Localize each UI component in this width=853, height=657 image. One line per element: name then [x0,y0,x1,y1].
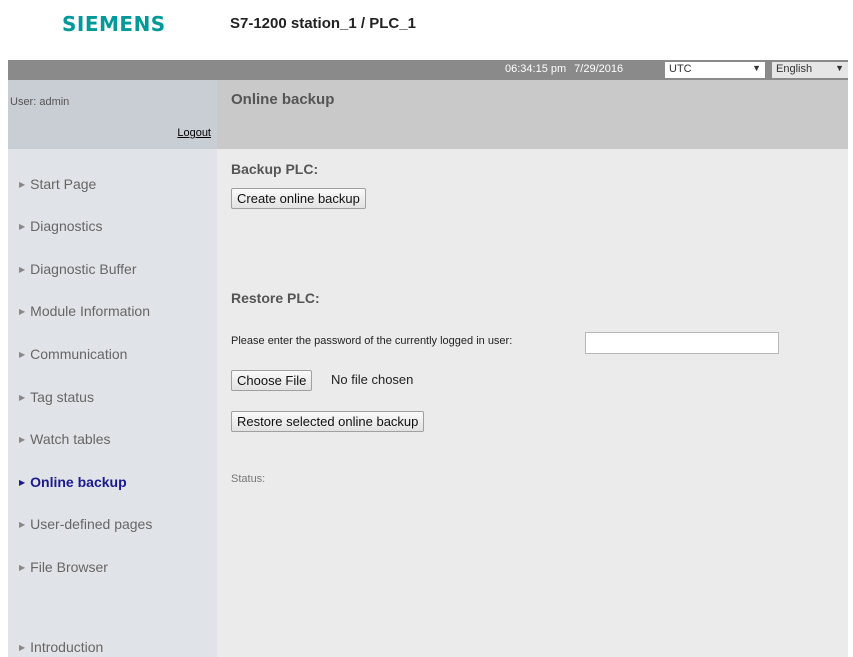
restore-backup-button[interactable]: Restore selected online backup [231,411,425,432]
create-backup-button[interactable]: Create online backup [231,188,366,209]
triangle-right-icon: ▶ [19,222,26,231]
nav-item-label: Module Information [30,303,150,319]
password-field[interactable] [585,332,779,354]
nav-item-communication[interactable]: ▶ Communication [19,346,127,362]
triangle-right-icon: ▶ [19,520,26,529]
user-label: User: admin [10,96,70,108]
chevron-down-icon: ▼ [835,63,844,73]
top-header: SIEMENS S7-1200 station_1 / PLC_1 [0,0,853,60]
nav-item-label: Tag status [30,389,94,405]
triangle-right-icon: ▶ [19,478,26,487]
triangle-right-icon: ▶ [19,435,26,444]
choose-file-button[interactable]: Choose File [231,370,313,391]
triangle-right-icon: ▶ [19,563,26,572]
nav-item-diagnostic-buffer[interactable]: ▶ Diagnostic Buffer [19,261,137,277]
nav-item-label: Watch tables [30,431,111,447]
triangle-right-icon: ▶ [19,307,26,316]
triangle-right-icon: ▶ [19,265,26,274]
triangle-right-icon: ▶ [19,180,26,189]
nav-item-file-browser[interactable]: ▶ File Browser [19,559,108,575]
nav-item-module-information[interactable]: ▶ Module Information [19,303,150,319]
timezone-select[interactable]: UTC ▼ [665,62,765,78]
restore-heading: Restore PLC: [231,290,320,306]
nav-item-label: Communication [30,346,128,362]
nav-item-online-backup[interactable]: ▶ Online backup [19,474,127,490]
nav-item-label: Diagnostics [30,218,103,234]
user-box: User: admin Logout [8,80,217,149]
language-select[interactable]: English ▼ [772,62,848,78]
nav-item-watch-tables[interactable]: ▶ Watch tables [19,431,111,447]
password-label: Please enter the password of the current… [231,335,513,347]
triangle-right-icon: ▶ [19,393,26,402]
timezone-value: UTC [669,63,692,75]
date-text: 7/29/2016 [574,63,624,75]
nav-item-label: File Browser [30,559,108,575]
time-text: 06:34:15 pm [505,63,567,75]
triangle-right-icon: ▶ [19,643,26,652]
station-title: S7-1200 station_1 / PLC_1 [230,15,416,32]
page-title: Online backup [231,91,335,108]
siemens-logo: SIEMENS [62,12,166,36]
nav-item-diagnostics[interactable]: ▶ Diagnostics [19,218,103,234]
backup-heading: Backup PLC: [231,161,319,177]
status-label: Status: [231,473,266,485]
clock: 06:34:15 pm 7/29/2016 [505,63,623,75]
nav-item-tag-status[interactable]: ▶ Tag status [19,389,94,405]
nav-item-label: Online backup [30,474,127,490]
nav-item-introduction[interactable]: ▶ Introduction [19,639,103,655]
nav-item-label: Diagnostic Buffer [30,261,137,277]
language-value: English [776,63,813,75]
main-content: Online backup Backup PLC: Create online … [217,80,848,657]
nav-item-start-page[interactable]: ▶ Start Page [19,176,96,192]
sidebar: User: admin Logout ▶ Start Page ▶ Diagnost… [8,80,217,657]
logout-link[interactable]: Logout [177,127,211,139]
nav-item-label: Start Page [30,176,97,192]
chevron-down-icon: ▼ [752,63,761,73]
status-bar: 06:34:15 pm 7/29/2016 UTC ▼ English ▼ [8,60,848,80]
triangle-right-icon: ▶ [19,350,26,359]
file-status: No file chosen [331,372,414,387]
page-header: Online backup [217,80,848,149]
nav-item-label: User-defined pages [30,516,153,532]
nav-item-user-defined-pages[interactable]: ▶ User-defined pages [19,516,152,532]
nav-item-label: Introduction [30,639,104,655]
